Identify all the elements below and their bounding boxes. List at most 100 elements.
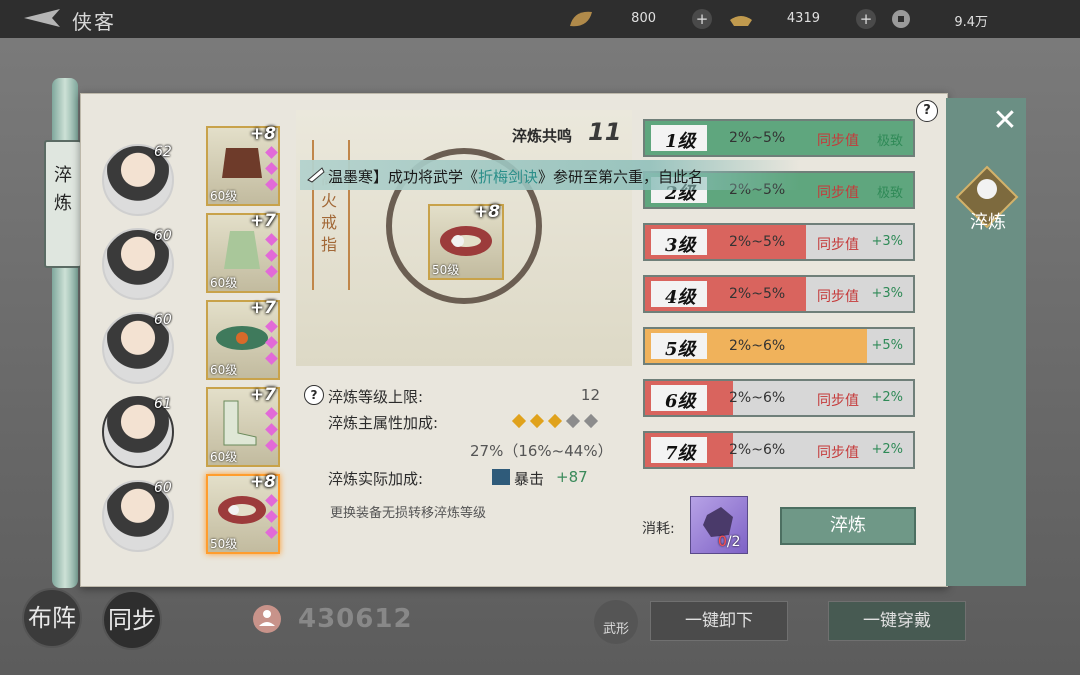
character-level: 60 xyxy=(154,312,172,328)
level-sync-label: 同步值 xyxy=(817,289,859,305)
equipment-slot-boots[interactable]: +7 60级 xyxy=(206,385,280,467)
level-bonus: +3% xyxy=(871,234,903,249)
robe-icon xyxy=(224,231,260,269)
resonance-value: 11 xyxy=(588,118,622,146)
main-bonus-stars xyxy=(511,413,602,429)
refine-level-row: 5级 2%~6% +5% xyxy=(643,327,915,365)
armor-icon xyxy=(222,148,262,178)
gem-icon xyxy=(265,178,278,191)
coin-icon xyxy=(892,10,910,28)
star-icon xyxy=(547,413,563,429)
item-level: 50级 xyxy=(432,263,460,277)
equipment-slot-ring[interactable]: +8 50级 xyxy=(206,472,280,554)
equipment-slot-armor[interactable]: +8 60级 xyxy=(206,124,280,206)
top-bar: 侠客 800 + 4319 + 9.4万 xyxy=(0,0,1080,38)
level-label: 4级 xyxy=(665,287,696,308)
equipment-level: 60级 xyxy=(210,450,238,464)
martial-form-button[interactable]: 武形 xyxy=(594,600,638,644)
level-range: 2%~6% xyxy=(729,338,786,354)
gem-icon xyxy=(265,265,278,278)
level-label: 6级 xyxy=(665,391,696,412)
equipment-plus-level: +8 xyxy=(249,124,276,144)
level-label: 5级 xyxy=(665,339,696,360)
help-icon[interactable]: ? xyxy=(304,385,324,405)
equipment-slot-robe[interactable]: +7 60级 xyxy=(206,211,280,293)
gem-icon xyxy=(265,146,278,159)
equipment-slot-belt[interactable]: +7 60级 xyxy=(206,298,280,380)
character-level: 60 xyxy=(154,228,172,244)
equipment-plus-level: +7 xyxy=(249,385,276,405)
belt-icon xyxy=(216,326,268,350)
refine-button[interactable]: 淬炼 xyxy=(780,507,916,545)
level-sync-label: 同步值 xyxy=(817,393,859,409)
equipment-plus-level: +7 xyxy=(249,211,276,231)
resource-leaf-value: 800 xyxy=(631,11,656,26)
level-sync-label: 同步值 xyxy=(817,237,859,253)
help-icon[interactable]: ? xyxy=(916,100,938,122)
actual-bonus-value: +87 xyxy=(556,468,588,486)
actual-bonus-label: 淬炼实际加成: xyxy=(328,470,424,488)
character-level: 62 xyxy=(154,144,172,160)
item-plus-level: +8 xyxy=(473,202,500,222)
formation-button[interactable]: 布阵 xyxy=(22,588,82,648)
refine-level-row: 4级 2%~5% 同步值 +3% xyxy=(643,275,915,313)
character-level: 60 xyxy=(154,480,172,496)
level-sync-label: 同步值 xyxy=(817,445,859,461)
page-title: 侠客 xyxy=(72,10,116,34)
level-range: 2%~5% xyxy=(729,286,786,302)
refine-tab-label: 淬炼 xyxy=(970,212,1006,233)
broadcast-highlight: 折梅剑诀 xyxy=(478,168,539,186)
refine-level-row: 6级 2%~6% 同步值 +2% xyxy=(643,379,915,417)
level-bonus: 极致 xyxy=(876,134,903,149)
main-bonus-percent: 27%（16%~44%） xyxy=(470,442,613,460)
combat-power: 430612 xyxy=(298,604,413,634)
level-label: 3级 xyxy=(665,235,696,256)
back-brush-icon[interactable] xyxy=(22,6,62,30)
level-label: 1级 xyxy=(665,131,696,152)
resource-coin-value: 9.4万 xyxy=(954,15,988,30)
level-sync-label: 同步值 xyxy=(817,185,859,201)
star-icon xyxy=(583,413,599,429)
refine-level-row: 1级 2%~5% 同步值 极致 xyxy=(643,119,915,157)
character-level: 61 xyxy=(154,396,172,412)
level-range: 2%~6% xyxy=(729,390,786,406)
level-bonus: +2% xyxy=(871,390,903,405)
consume-count: 0/2 xyxy=(718,534,741,550)
add-leaf-button[interactable]: + xyxy=(692,9,712,29)
gem-icon xyxy=(265,162,278,175)
gem-icon xyxy=(265,233,278,246)
resonance-label: 淬炼共鸣 xyxy=(512,127,573,145)
scroll-tab[interactable]: 淬炼 xyxy=(44,140,82,268)
ring-icon xyxy=(440,226,492,256)
meditation-icon xyxy=(253,605,281,633)
close-button[interactable]: ✕ xyxy=(990,106,1020,136)
level-bonus: 极致 xyxy=(876,186,903,201)
level-range: 2%~5% xyxy=(729,234,786,250)
level-range: 2%~6% xyxy=(729,442,786,458)
equip-all-button[interactable]: 一键穿戴 xyxy=(828,601,966,641)
star-icon xyxy=(529,413,545,429)
equipment-level: 60级 xyxy=(210,276,238,290)
refine-level-row: 3级 2%~5% 同步值 +3% xyxy=(643,223,915,261)
unequip-all-button[interactable]: 一键卸下 xyxy=(650,601,788,641)
resource-ingot-value: 4319 xyxy=(786,11,820,26)
add-ingot-button[interactable]: + xyxy=(856,9,876,29)
crit-icon xyxy=(492,469,510,485)
main-bonus-label: 淬炼主属性加成: xyxy=(328,414,439,432)
actual-bonus-stat: 暴击 xyxy=(514,470,545,488)
broadcast-brush-icon xyxy=(307,167,325,183)
scroll-tab-label: 淬炼 xyxy=(54,165,72,214)
equipment-plus-level: +8 xyxy=(249,472,276,492)
ingot-icon xyxy=(730,16,752,26)
level-range: 2%~5% xyxy=(729,130,786,146)
level-label: 7级 xyxy=(665,443,696,464)
transfer-note: 更换装备无损转移淬炼等级 xyxy=(330,506,487,521)
gem-icon xyxy=(265,249,278,262)
equipment-level: 50级 xyxy=(210,537,238,551)
sync-button[interactable]: 同步 xyxy=(102,590,162,650)
level-bonus: +3% xyxy=(871,286,903,301)
equipment-level: 60级 xyxy=(210,189,238,203)
ring-icon xyxy=(218,496,266,524)
leaf-icon xyxy=(570,11,592,27)
star-icon xyxy=(511,413,527,429)
